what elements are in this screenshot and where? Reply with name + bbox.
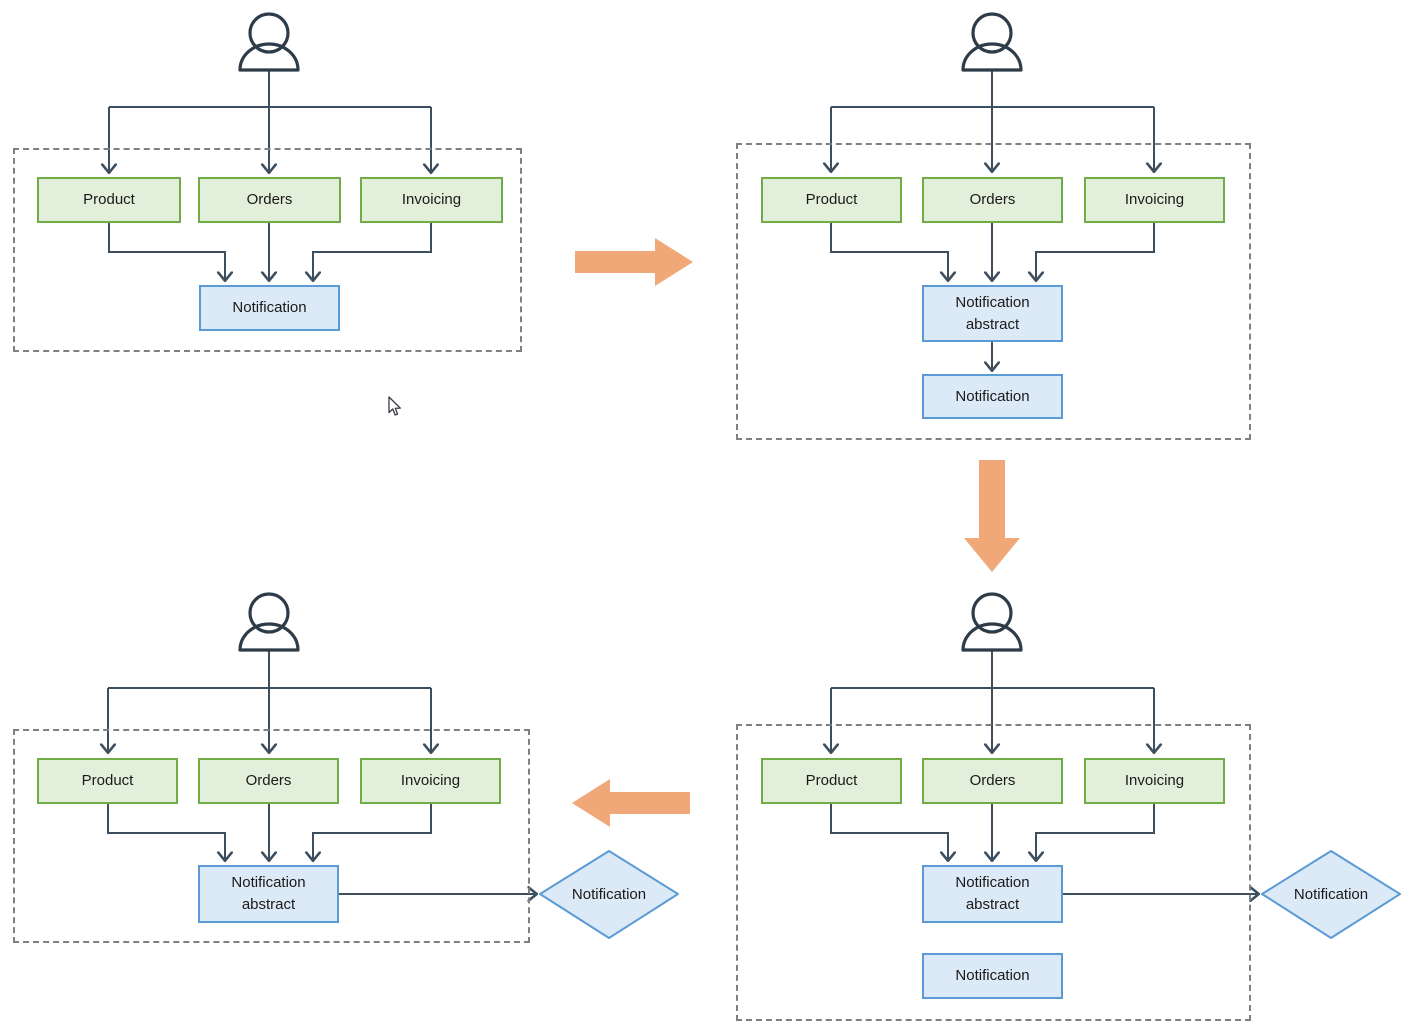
node-product-panel-3[interactable]: Product	[761, 758, 902, 804]
node-orders-panel-4[interactable]: Orders	[198, 758, 339, 804]
node-label-line-1: Notification	[955, 293, 1030, 311]
step-arrow-right-icon	[575, 238, 693, 286]
node-orders-panel-1[interactable]: Orders	[198, 177, 341, 223]
step-arrow-down-icon	[964, 460, 1020, 572]
node-product-panel-1[interactable]: Product	[37, 177, 181, 223]
step-arrow-left-icon	[572, 779, 690, 827]
node-invoicing-panel-3[interactable]: Invoicing	[1084, 758, 1225, 804]
node-product-panel-4[interactable]: Product	[37, 758, 178, 804]
node-notification-panel-1[interactable]: Notification	[199, 285, 340, 331]
node-invoicing-panel-2[interactable]: Invoicing	[1084, 177, 1225, 223]
node-label-line-2: abstract	[965, 315, 1020, 333]
node-product-panel-2[interactable]: Product	[761, 177, 902, 223]
mouse-cursor-icon	[388, 396, 401, 416]
node-notification-service-panel-3[interactable]: Notification	[1262, 851, 1400, 938]
node-orders-panel-3[interactable]: Orders	[922, 758, 1063, 804]
node-invoicing-panel-4[interactable]: Invoicing	[360, 758, 501, 804]
node-label-line-1: Notification	[231, 874, 306, 892]
node-notification-abstract-panel-4[interactable]: Notification abstract	[198, 865, 339, 923]
diagram-canvas: Product Orders Invoicing Notification Pr…	[0, 0, 1402, 1031]
node-notification-panel-2[interactable]: Notification	[922, 374, 1063, 419]
node-label-line-1: Notification	[955, 874, 1030, 892]
node-notification-service-panel-4[interactable]: Notification	[540, 851, 678, 938]
node-notification-panel-3[interactable]: Notification	[922, 953, 1063, 999]
node-label: Notification	[571, 886, 647, 903]
node-invoicing-panel-1[interactable]: Invoicing	[360, 177, 503, 223]
node-orders-panel-2[interactable]: Orders	[922, 177, 1063, 223]
node-label: Notification	[1293, 886, 1369, 903]
node-label-line-2: abstract	[241, 896, 296, 913]
node-notification-abstract-panel-3[interactable]: Notification abstract	[922, 865, 1063, 923]
node-notification-abstract-panel-2[interactable]: Notification abstract	[922, 285, 1063, 342]
node-label-line-2: abstract	[965, 896, 1020, 913]
